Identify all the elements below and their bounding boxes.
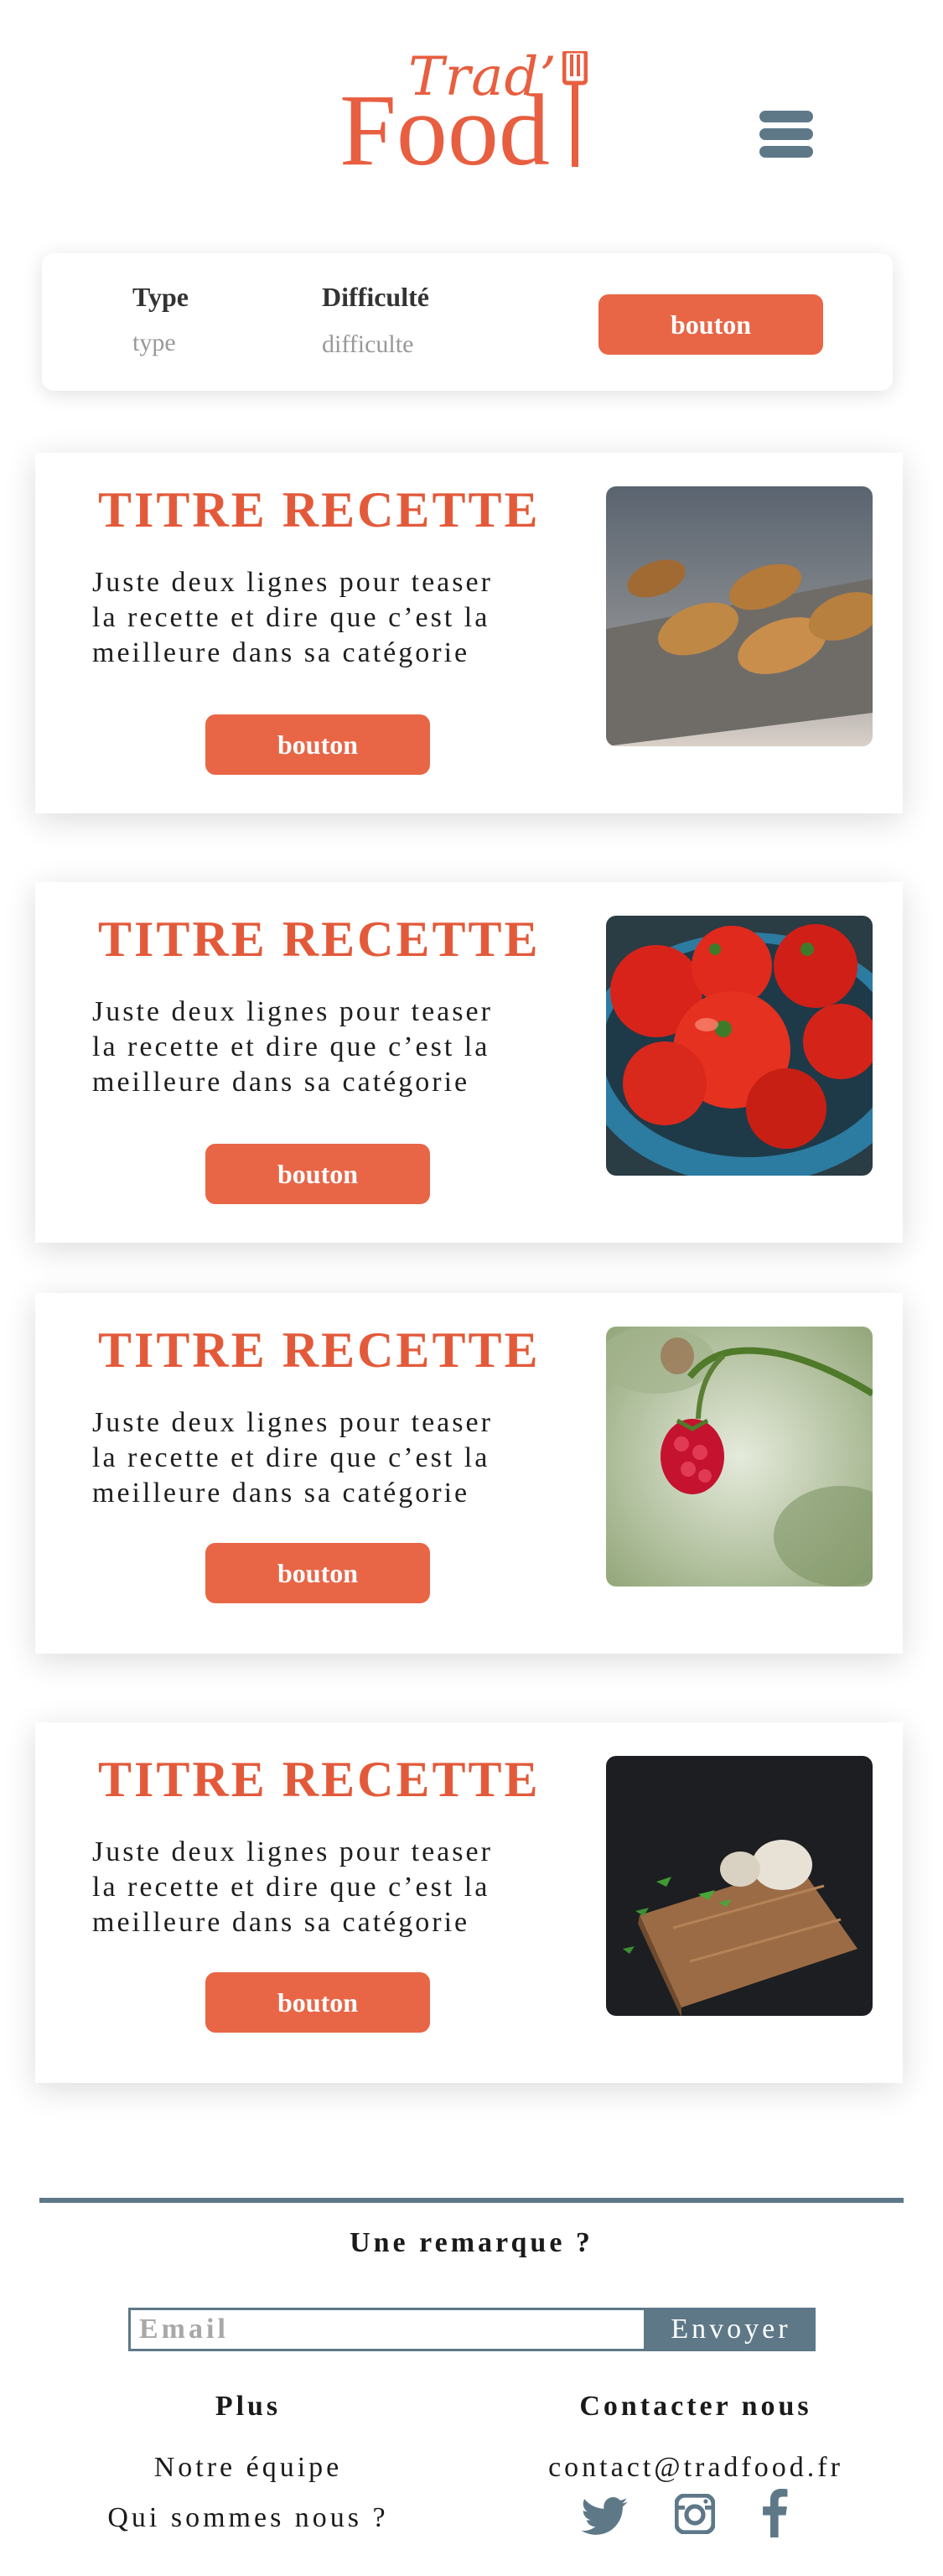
footer-divider bbox=[39, 2198, 904, 2203]
difficulty-label: Difficulté bbox=[322, 282, 429, 312]
recipe-card: TITRE RECETTE Juste deux lignes pour tea… bbox=[35, 1293, 903, 1654]
fork-icon bbox=[562, 51, 588, 167]
difficulty-select[interactable]: difficulte bbox=[322, 330, 413, 359]
recipe-description: Juste deux lignes pour teaser la recette… bbox=[92, 1407, 493, 1509]
type-select[interactable]: type bbox=[132, 329, 176, 357]
send-button[interactable]: Envoyer bbox=[646, 2308, 816, 2351]
raspberry-photo[interactable] bbox=[606, 1327, 873, 1587]
hamburger-menu-icon[interactable] bbox=[759, 111, 813, 158]
recipe-button[interactable]: bouton bbox=[205, 1972, 430, 2033]
recipe-title: TITRE RECETTE bbox=[98, 1322, 541, 1378]
recipe-description: Juste deux lignes pour teaser la recette… bbox=[92, 996, 493, 1098]
logo-word-text: Food bbox=[339, 74, 550, 187]
recipe-title: TITRE RECETTE bbox=[98, 1752, 541, 1807]
recipe-button[interactable]: bouton bbox=[205, 1543, 430, 1603]
instagram-icon[interactable] bbox=[675, 2494, 715, 2534]
recipe-card: TITRE RECETTE Juste deux lignes pour tea… bbox=[35, 882, 903, 1243]
footer-link-about[interactable]: Qui sommes nous ? bbox=[80, 2502, 416, 2534]
tomatoes-photo[interactable] bbox=[606, 916, 873, 1176]
recipe-button[interactable]: bouton bbox=[205, 714, 430, 775]
facebook-icon[interactable] bbox=[761, 2489, 788, 2537]
footer-link-team[interactable]: Notre équipe bbox=[80, 2452, 416, 2484]
recipe-card: TITRE RECETTE Juste deux lignes pour tea… bbox=[35, 1722, 903, 2083]
site-header: Trad’ Food bbox=[0, 0, 943, 218]
recipe-card: TITRE RECETTE Juste deux lignes pour tea… bbox=[35, 453, 903, 813]
recipe-description: Juste deux lignes pour teaser la recette… bbox=[92, 1836, 493, 1938]
recipe-description: Juste deux lignes pour teaser la recette… bbox=[92, 567, 493, 668]
contact-email-link[interactable]: contact@tradfood.fr bbox=[503, 2452, 889, 2484]
recipe-button[interactable]: bouton bbox=[205, 1144, 430, 1204]
filter-panel: Type type Difficulté difficulte bouton bbox=[42, 253, 893, 391]
tradfood-logo[interactable]: Trad’ Food bbox=[339, 46, 591, 182]
type-label: Type bbox=[132, 282, 189, 312]
recipe-title: TITRE RECETTE bbox=[98, 911, 541, 967]
remark-heading: Une remarque ? bbox=[350, 2227, 593, 2258]
email-input[interactable] bbox=[128, 2308, 646, 2351]
recipe-title: TITRE RECETTE bbox=[98, 482, 541, 538]
plus-heading: Plus bbox=[215, 2391, 282, 2422]
contact-heading: Contacter nous bbox=[579, 2391, 812, 2422]
croissants-photo[interactable] bbox=[606, 486, 873, 746]
filter-button[interactable]: bouton bbox=[598, 294, 823, 355]
garlic-board-photo[interactable] bbox=[606, 1756, 873, 2016]
twitter-icon[interactable] bbox=[581, 2497, 628, 2536]
